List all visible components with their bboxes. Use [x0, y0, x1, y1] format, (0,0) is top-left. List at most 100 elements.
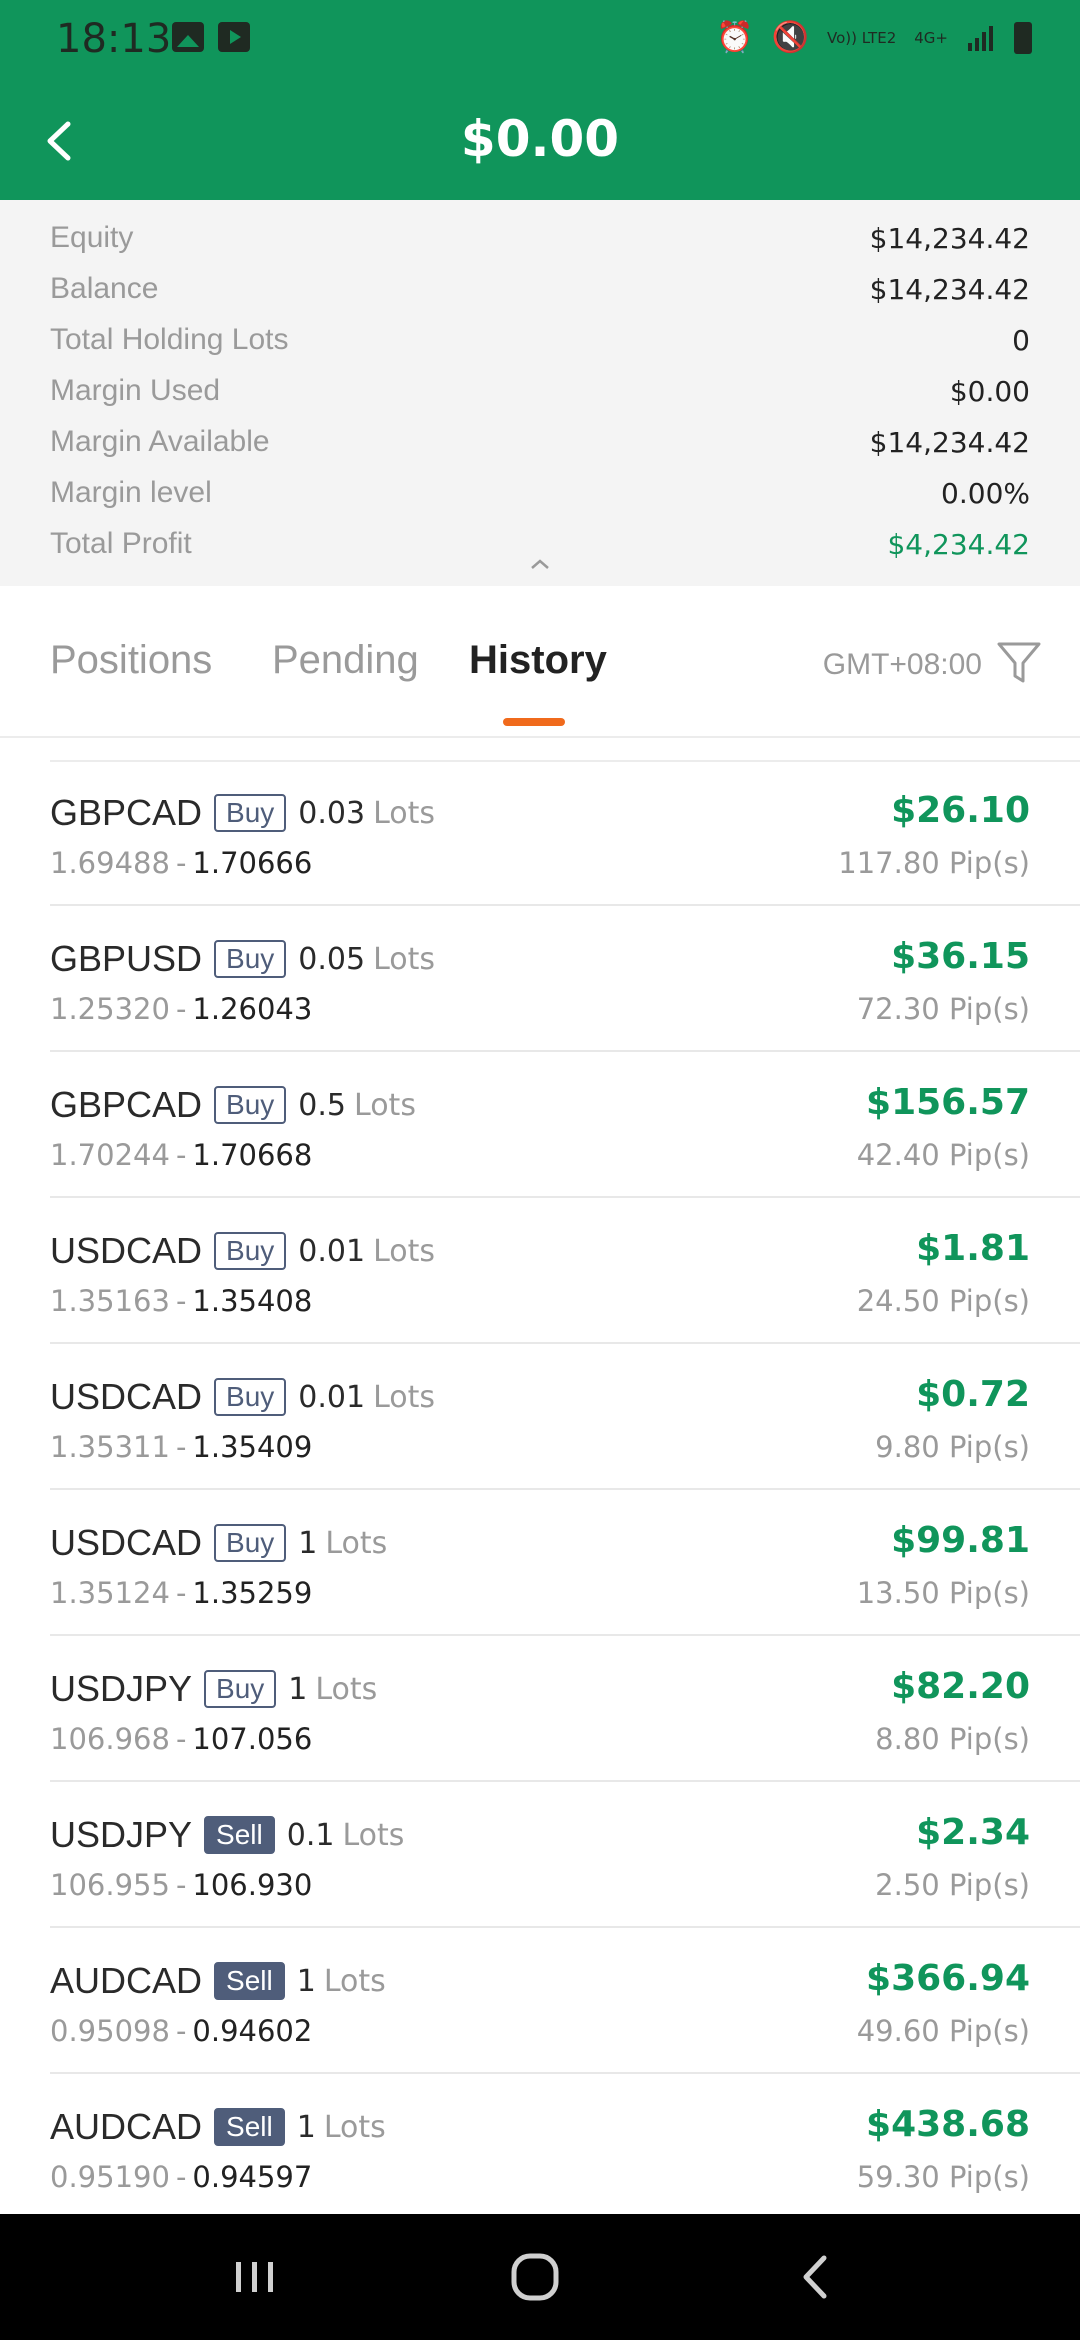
trade-profit: $36.15 — [891, 936, 1030, 977]
list-item[interactable]: AUDCAD Sell 1 Lots 0.95190-0.94597 $438.… — [0, 2074, 1080, 2214]
summary-row-margin-used: Margin Used $0.00 — [50, 371, 1030, 411]
side-badge: Buy — [214, 1524, 287, 1562]
trade-profit: $0.72 — [916, 1374, 1030, 1415]
side-badge: Buy — [214, 940, 287, 978]
home-icon — [511, 2253, 559, 2301]
close-price: 1.26043 — [192, 992, 313, 1026]
filter-icon[interactable] — [996, 640, 1042, 686]
summary-value: 0.00% — [941, 476, 1030, 510]
trade-pips: 2.50 Pip(s) — [875, 1868, 1030, 1902]
open-price: 106.968 — [50, 1722, 170, 1756]
page-title: $0.00 — [460, 110, 620, 168]
list-item[interactable]: USDJPY Buy 1 Lots 106.968-107.056 $82.20… — [0, 1636, 1080, 1782]
system-nav-bar — [0, 2214, 1080, 2340]
trade-pips: 9.80 Pip(s) — [875, 1430, 1030, 1464]
tab-positions[interactable]: Positions — [50, 638, 212, 683]
list-item[interactable]: GBPCAD Buy 0.5 Lots 1.70244-1.70668 $156… — [0, 1052, 1080, 1198]
close-price: 106.930 — [192, 1868, 313, 1902]
side-badge: Buy — [214, 1378, 287, 1416]
summary-label: Balance — [50, 272, 159, 305]
open-price: 1.35124 — [50, 1576, 170, 1610]
side-badge: Sell — [214, 1962, 285, 2000]
trade-symbol: AUDCAD — [50, 2106, 203, 2147]
open-price: 1.35163 — [50, 1284, 170, 1318]
summary-label: Equity — [50, 221, 134, 254]
home-button[interactable] — [500, 2242, 570, 2312]
account-summary: Equity $14,234.42 Balance $14,234.42 Tot… — [0, 200, 1080, 586]
lots-value: 1 — [296, 1963, 316, 1999]
trade-symbol: USDCAD — [50, 1376, 203, 1417]
summary-value: $14,234.42 — [869, 221, 1030, 255]
summary-row-margin-available: Margin Available $14,234.42 — [50, 422, 1030, 462]
close-price: 1.70666 — [192, 846, 313, 880]
status-bar: 18:13 ⏰ 🔇 Vo)) LTE2 4G+ — [0, 0, 1080, 80]
trade-symbol: AUDCAD — [50, 1960, 203, 2001]
back-icon — [803, 2255, 827, 2299]
trade-pips: 42.40 Pip(s) — [856, 1138, 1030, 1172]
list-item[interactable]: USDJPY Sell 0.1 Lots 106.955-106.930 $2.… — [0, 1782, 1080, 1928]
trade-symbol: USDJPY — [50, 1668, 193, 1709]
close-price: 107.056 — [192, 1722, 313, 1756]
close-price: 1.35408 — [192, 1284, 313, 1318]
side-badge: Buy — [214, 1086, 287, 1124]
side-badge: Buy — [204, 1670, 277, 1708]
list-item[interactable]: USDCAD Buy 0.01 Lots 1.35163-1.35408 $1.… — [0, 1198, 1080, 1344]
close-price: 0.94602 — [192, 2014, 313, 2048]
side-badge: Sell — [204, 1816, 275, 1854]
signal-icon — [968, 26, 993, 51]
summary-row-equity: Equity $14,234.42 — [50, 218, 1030, 258]
nav-back-button[interactable] — [782, 2242, 852, 2312]
trade-symbol: GBPCAD — [50, 792, 203, 833]
trade-profit: $438.68 — [866, 2104, 1030, 2145]
lots-unit: Lots — [373, 941, 436, 977]
trade-profit: $26.10 — [891, 790, 1030, 831]
trade-pips: 49.60 Pip(s) — [856, 2014, 1030, 2048]
gallery-icon — [172, 22, 204, 52]
open-price: 1.35311 — [50, 1430, 170, 1464]
trade-profit: $156.57 — [866, 1082, 1030, 1123]
tab-pending[interactable]: Pending — [272, 638, 419, 683]
summary-label: Total Profit — [50, 527, 192, 560]
lots-unit: Lots — [354, 1087, 416, 1123]
list-item[interactable]: GBPCAD Buy 0.03 Lots 1.69488-1.70666 $26… — [0, 760, 1080, 906]
lots-value: 0.1 — [286, 1817, 335, 1853]
battery-icon — [1014, 22, 1032, 54]
alarm-icon: ⏰ — [716, 20, 754, 55]
summary-value: $14,234.42 — [869, 425, 1030, 459]
open-price: 0.95190 — [50, 2160, 170, 2194]
history-list[interactable]: GBPCAD Buy 0.03 Lots 1.69488-1.70666 $26… — [0, 760, 1080, 2214]
trade-profit: $366.94 — [866, 1958, 1030, 1999]
trade-profit: $99.81 — [891, 1520, 1030, 1561]
trade-symbol: USDCAD — [50, 1522, 203, 1563]
chevron-up-icon[interactable] — [528, 552, 552, 576]
youtube-icon — [218, 22, 250, 52]
lots-unit: Lots — [325, 1525, 388, 1561]
4g-icon: 4G+ — [914, 29, 948, 47]
app-bar: $0.00 — [0, 80, 1080, 200]
list-item[interactable]: USDCAD Buy 0.01 Lots 1.35311-1.35409 $0.… — [0, 1344, 1080, 1490]
list-item[interactable]: AUDCAD Sell 1 Lots 0.95098-0.94602 $366.… — [0, 1928, 1080, 2074]
side-badge: Sell — [214, 2108, 285, 2146]
summary-value: $4,234.42 — [887, 527, 1030, 561]
timezone-label[interactable]: GMT+08:00 — [823, 648, 982, 682]
trade-profit: $2.34 — [916, 1812, 1030, 1853]
lots-value: 1 — [288, 1671, 308, 1707]
lots-value: 0.05 — [298, 941, 366, 977]
lots-unit: Lots — [373, 1379, 435, 1415]
list-item[interactable]: USDCAD Buy 1 Lots 1.35124-1.35259 $99.81… — [0, 1490, 1080, 1636]
recent-apps-button[interactable] — [220, 2242, 290, 2312]
lots-unit: Lots — [342, 1817, 405, 1853]
open-price: 1.25320 — [50, 992, 170, 1026]
tab-bar: Positions Pending History GMT+08:00 — [0, 586, 1080, 738]
summary-value: $0.00 — [949, 374, 1030, 408]
lots-unit: Lots — [323, 2109, 386, 2145]
lots-unit: Lots — [323, 1963, 386, 1999]
list-item[interactable]: GBPUSD Buy 0.05 Lots 1.25320-1.26043 $36… — [0, 906, 1080, 1052]
tab-history[interactable]: History — [469, 638, 607, 683]
lots-value: 1 — [296, 2109, 316, 2145]
trade-profit: $82.20 — [891, 1666, 1030, 1707]
active-tab-indicator — [503, 718, 565, 726]
summary-value: $14,234.42 — [869, 272, 1030, 306]
lots-value: 0.5 — [298, 1087, 347, 1123]
open-price: 106.955 — [50, 1868, 170, 1902]
